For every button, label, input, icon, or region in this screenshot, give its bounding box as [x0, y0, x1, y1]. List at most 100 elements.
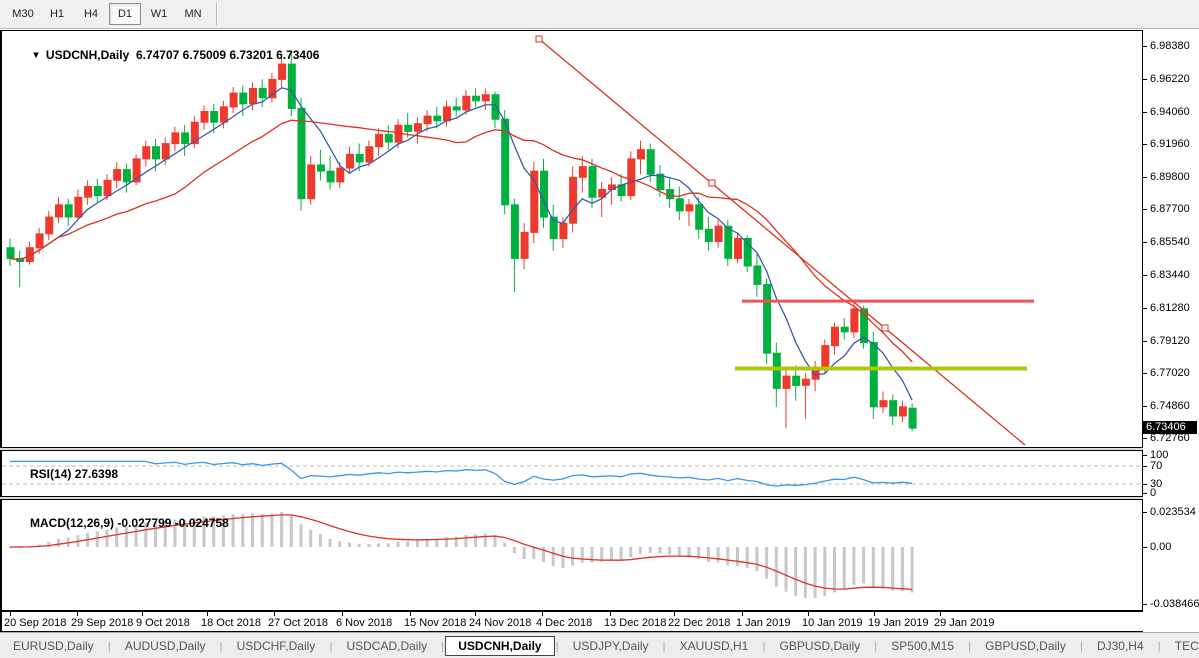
timeframe-button-mn[interactable]: MN — [177, 3, 209, 25]
price-axis-label: 6.98380 — [1150, 41, 1190, 52]
date-label: 13 Dec 2018 — [604, 617, 666, 629]
price-axis[interactable]: 6.98380 6.96220 6.94060 6.91960 6.89800 6.877… — [1143, 30, 1199, 632]
price-axis-label-tick — [1143, 242, 1147, 243]
timeframe-button-d1[interactable]: D1 — [109, 3, 141, 25]
chart-tab-xauusd-h1[interactable]: XAUUSD,H1 — [667, 636, 762, 656]
price-axis-label-tick — [1143, 112, 1147, 113]
trendline-handle[interactable] — [709, 180, 715, 186]
timeframe-button-w1[interactable]: W1 — [143, 3, 175, 25]
price-axis-label-tick — [1143, 373, 1147, 374]
price-axis-label: 6.79120 — [1150, 336, 1190, 347]
rsi-axis-label-tick — [1143, 455, 1147, 456]
rsi-plot[interactable] — [2, 451, 1142, 496]
date-tick — [940, 612, 941, 616]
macd-axis-label-tick — [1143, 604, 1147, 605]
timeframe-buttons: M30H1H4D1W1MN — [6, 3, 210, 25]
timeframe-button-h4[interactable]: H4 — [75, 3, 107, 25]
price-axis-label: 6.74860 — [1150, 401, 1190, 412]
date-tick — [77, 612, 78, 616]
date-axis[interactable]: 20 Sep 201829 Sep 20189 Oct 201818 Oct 2… — [0, 611, 1143, 632]
price-axis-label-tick — [1143, 209, 1147, 210]
timeframe-button-h1[interactable]: H1 — [41, 3, 73, 25]
price-axis-label-tick — [1143, 79, 1147, 80]
rsi-label: RSI(14) — [30, 467, 71, 481]
trendline-handle[interactable] — [536, 36, 542, 42]
date-tick — [410, 612, 411, 616]
chart-tab-usdcad-daily[interactable]: USDCAD,Daily — [333, 636, 440, 656]
timeframe-button-m30[interactable]: M30 — [7, 3, 39, 25]
chart-ohlc-values: 6.74707 6.75009 6.73201 6.73406 — [136, 48, 320, 62]
chart-tab-eurusd-daily[interactable]: EURUSD,Daily — [0, 636, 107, 656]
date-tick — [674, 612, 675, 616]
date-label: 20 Sep 2018 — [4, 617, 66, 629]
candles — [7, 52, 916, 431]
price-axis-label: 6.87700 — [1150, 204, 1190, 215]
date-tick — [542, 612, 543, 616]
timeframe-toolbar: M30H1H4D1W1MN — [0, 0, 1199, 29]
date-label: 27 Oct 2018 — [268, 617, 328, 629]
price-axis-label-tick — [1143, 308, 1147, 309]
date-tick — [342, 612, 343, 616]
descending-trendline[interactable] — [539, 39, 1025, 445]
rsi-axis-label-tick — [1143, 484, 1147, 485]
date-label: 10 Jan 2019 — [802, 617, 863, 629]
rsi-value: 27.6398 — [75, 467, 118, 481]
price-axis-label: 6.91960 — [1150, 139, 1190, 150]
chart-dropdown-icon[interactable]: ▼ — [31, 49, 41, 60]
toolbar-separator — [216, 3, 218, 25]
price-axis-label: 6.96220 — [1150, 74, 1190, 85]
rsi-line — [10, 461, 912, 486]
date-label: 29 Sep 2018 — [71, 617, 133, 629]
main-plot[interactable] — [2, 31, 1142, 447]
rsi-axis-label: 70 — [1150, 461, 1162, 472]
chart-tab-sp500-m15[interactable]: SP500,M15 — [878, 636, 967, 656]
price-axis-label-tick — [1143, 406, 1147, 407]
price-axis-label-tick — [1143, 438, 1147, 439]
price-axis-label-tick — [1143, 341, 1147, 342]
chart-symbol-title: USDCNH,Daily — [46, 48, 129, 62]
trendline-handle[interactable] — [882, 325, 888, 331]
date-tick — [742, 612, 743, 616]
chart-tab-usdcnh-daily[interactable]: USDCNH,Daily — [445, 636, 554, 656]
date-label: 29 Jan 2019 — [934, 617, 995, 629]
date-label: 19 Jan 2019 — [868, 617, 929, 629]
date-tick — [874, 612, 875, 616]
date-label: 6 Nov 2018 — [336, 617, 392, 629]
date-label: 18 Oct 2018 — [201, 617, 261, 629]
chart-tab-gbpusd-daily[interactable]: GBPUSD,Daily — [766, 636, 873, 656]
price-axis-label: 6.89800 — [1150, 172, 1190, 183]
price-axis-label: 6.83440 — [1150, 270, 1190, 281]
macd-axis-label: 0.00 — [1150, 542, 1171, 553]
price-axis-label: 6.77020 — [1150, 368, 1190, 379]
macd-axis-label-tick — [1143, 512, 1147, 513]
macd-axis-label-tick — [1143, 547, 1147, 548]
date-tick — [207, 612, 208, 616]
macd-axis-label: 0.023534 — [1150, 507, 1196, 518]
price-axis-label: 6.94060 — [1150, 107, 1190, 118]
date-tick — [808, 612, 809, 616]
date-label: 22 Dec 2018 — [668, 617, 730, 629]
current-price-tag: 6.73406 — [1143, 421, 1197, 434]
macd-label: MACD(12,26,9) — [30, 516, 114, 530]
macd-axis-label: -0.038466 — [1150, 599, 1199, 610]
macd-values: -0.027799 -0.024758 — [117, 516, 228, 530]
terminal-window: M30H1H4D1W1MN ▼ USDCNH,Daily 6.74707 6.75… — [0, 0, 1199, 658]
chart-tab-gbpusd-daily[interactable]: GBPUSD,Daily — [972, 636, 1079, 656]
date-label: 4 Dec 2018 — [536, 617, 592, 629]
price-axis-label-tick — [1143, 144, 1147, 145]
date-tick — [10, 612, 11, 616]
chart-tab-bar: EURUSD,Daily|AUDUSD,Daily|USDCHF,Daily|U… — [0, 632, 1199, 658]
price-axis-label: 6.72760 — [1150, 433, 1190, 444]
chart-tab-tech100-h1[interactable]: TECH100,H1 — [1162, 636, 1199, 656]
date-label: 1 Jan 2019 — [736, 617, 790, 629]
date-label: 24 Nov 2018 — [469, 617, 531, 629]
chart-tab-usdchf-daily[interactable]: USDCHF,Daily — [224, 636, 329, 656]
date-label: 15 Nov 2018 — [404, 617, 466, 629]
main-chart-pane[interactable]: ▼ USDCNH,Daily 6.74707 6.75009 6.73201 6.… — [0, 30, 1143, 448]
macd-pane[interactable]: MACD(12,26,9) -0.027799 -0.024758 — [0, 499, 1143, 611]
rsi-pane[interactable]: RSI(14) 27.6398 — [0, 450, 1143, 497]
price-axis-label-tick — [1143, 46, 1147, 47]
chart-tab-usdjpy-daily[interactable]: USDJPY,Daily — [560, 636, 662, 656]
chart-tab-audusd-daily[interactable]: AUDUSD,Daily — [112, 636, 219, 656]
chart-tab-dj30-h4[interactable]: DJ30,H4 — [1084, 636, 1157, 656]
